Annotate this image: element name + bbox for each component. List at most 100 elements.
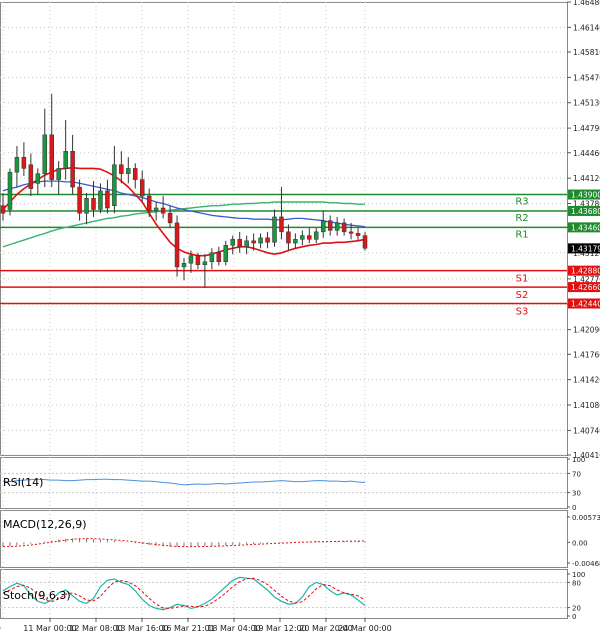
candle-body: [160, 207, 166, 214]
stoch-label: Stoch(9,6,3): [3, 589, 71, 602]
y-axis-tick: 1.45470: [573, 73, 600, 82]
candle-body: [307, 235, 312, 240]
candle-body: [77, 186, 82, 214]
pivot-level-label: R2: [515, 213, 528, 224]
candle-body: [28, 164, 34, 189]
candle-body: [230, 239, 235, 246]
candle-body: [21, 156, 27, 169]
candle-body: [216, 252, 222, 262]
y-axis-tick: 100: [572, 456, 585, 464]
candle-body: [42, 134, 48, 174]
y-axis-tick: 100: [572, 571, 585, 579]
pivot-level-label: S3: [516, 307, 529, 318]
candle-body: [195, 255, 201, 265]
candle-body: [334, 222, 340, 231]
price-tag: 1.42440: [571, 300, 600, 309]
candle-body: [35, 173, 41, 184]
candle-body: [237, 239, 242, 248]
candle-body: [133, 168, 138, 180]
candle-body: [293, 239, 298, 244]
x-axis-tick: 24 Mar 00:00: [338, 624, 391, 633]
macd-label: MACD(12,26,9): [3, 518, 87, 531]
candle-body: [153, 207, 159, 212]
y-axis-tick: 1.41420: [573, 376, 600, 385]
candle-body: [209, 252, 215, 262]
candle-body: [327, 220, 333, 231]
candle-body: [244, 240, 249, 248]
candle-body: [56, 168, 61, 180]
x-axis-tick-partial: :00: [0, 624, 1, 633]
candle-body: [286, 231, 291, 244]
stoch-panel: [0, 569, 568, 619]
candle-body: [188, 255, 194, 264]
y-axis-tick: 1.45810: [573, 48, 600, 57]
candle-body: [272, 216, 277, 243]
y-axis-tick: 1.44790: [573, 124, 600, 133]
y-axis-tick: -0.00468: [572, 560, 600, 568]
forex-chart[interactable]: R3 R2 R1 S1 S2 S3 11 Mar 00:00 12 Mar 08:00 13 …: [0, 0, 600, 635]
candle-body: [258, 237, 263, 244]
candle-body: [362, 235, 368, 249]
y-axis-tick: 30: [572, 490, 581, 498]
candle-body: [112, 164, 117, 206]
pivot-level-label: R1: [515, 229, 528, 240]
candle-body: [320, 220, 326, 233]
candle-body: [7, 171, 13, 210]
candle-body: [348, 231, 354, 234]
pivot-level-label: S2: [516, 290, 529, 301]
y-axis-tick: 1.45130: [573, 99, 600, 108]
candle-body: [300, 235, 305, 240]
y-axis-tick: 1.40740: [573, 426, 600, 435]
candle-body: [70, 151, 75, 188]
candle-body: [49, 134, 54, 180]
candle-body: [63, 151, 68, 169]
candle-body: [84, 198, 89, 214]
price-tag: 1.42660: [571, 283, 600, 292]
candle-body: [279, 216, 284, 233]
candle-body: [341, 222, 347, 233]
chart-canvas[interactable]: R3R2R1S1S2S3 11 Mar 00:0012 Mar 08:0013 …: [0, 0, 600, 635]
candle-body: [314, 231, 319, 240]
y-axis-tick: 1.44120: [573, 174, 600, 183]
candle-body: [126, 168, 131, 174]
candle-body: [119, 164, 124, 174]
candle-body: [98, 190, 103, 210]
y-axis-tick: 0: [572, 613, 576, 621]
y-axis-tick: 70: [572, 470, 581, 478]
candle-body: [14, 156, 20, 173]
price-panel: [0, 2, 568, 456]
rsi-panel: [0, 457, 568, 509]
y-axis-tick: 0.00: [572, 539, 588, 547]
candle-body: [139, 179, 145, 197]
y-axis-tick: 20: [572, 605, 581, 613]
y-axis-tick: 1.41760: [573, 350, 600, 359]
candle-body: [181, 262, 187, 268]
y-axis-tick: 1.46480: [573, 0, 600, 7]
pivot-level-label: R3: [515, 197, 528, 208]
y-axis-tick: 0: [572, 504, 576, 512]
pivot-level-label: S1: [516, 274, 529, 285]
candle-body: [265, 237, 270, 243]
candle-body: [202, 261, 208, 265]
candle-body: [251, 240, 256, 244]
y-axis-tick: 80: [572, 579, 581, 587]
price-tag: 1.42880: [571, 267, 600, 276]
price-tag: 1.43900: [571, 191, 600, 200]
y-axis-tick: 1.42090: [573, 326, 600, 335]
candle[interactable]: [7, 168, 13, 216]
y-axis-tick: 1.41080: [573, 401, 600, 410]
candle-body: [0, 205, 6, 214]
y-axis-tick: 1.44460: [573, 149, 600, 158]
y-axis-tick: 0.005733: [572, 514, 600, 522]
current-price-tag: 1.43179: [571, 244, 600, 253]
candle-body: [223, 245, 229, 262]
candle-body: [105, 190, 110, 209]
candle-body: [167, 212, 173, 224]
candle-body: [91, 198, 96, 210]
price-tag: 1.43460: [571, 223, 600, 232]
candle-body: [355, 233, 361, 236]
price-tag: 1.43680: [571, 207, 600, 216]
candle-body: [146, 195, 152, 212]
candle-body: [174, 222, 180, 268]
rsi-label: RSI(14): [3, 476, 43, 489]
